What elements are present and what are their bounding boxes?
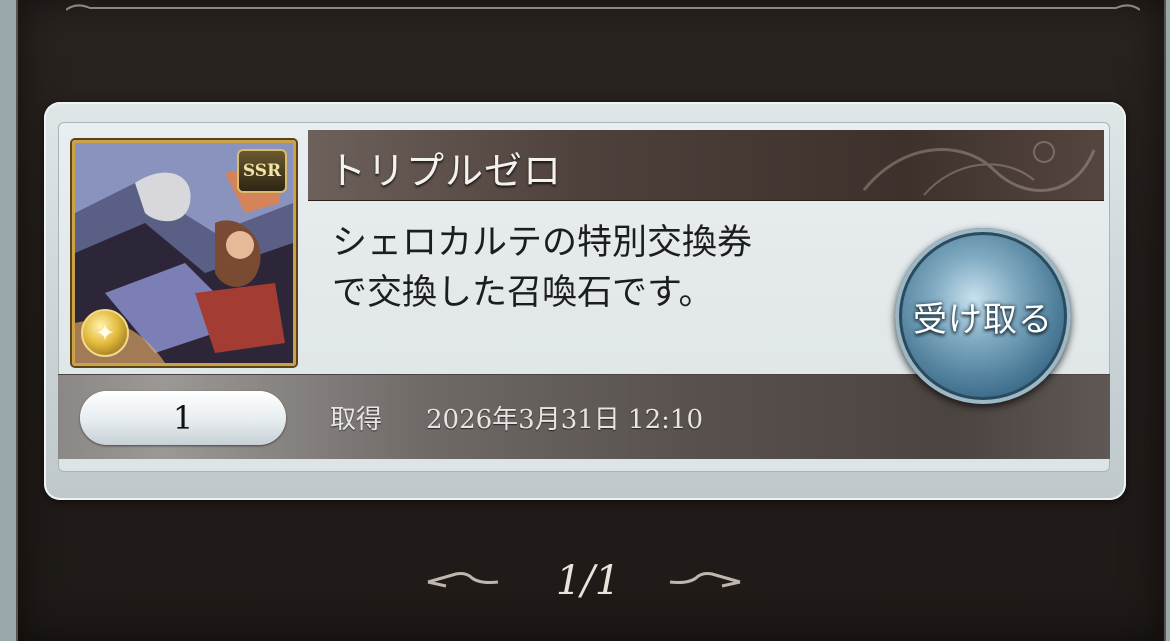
top-ornament bbox=[66, 0, 1140, 18]
item-description: シェロカルテの特別交換券 で交換した召喚石です。 bbox=[332, 218, 892, 318]
pagination: 1/1 bbox=[0, 552, 1170, 612]
summon-stone-image[interactable]: SSR ✦ bbox=[72, 140, 296, 366]
description-line-1: シェロカルテの特別交換券 bbox=[332, 223, 753, 263]
description-line-2: で交換した召喚石です。 bbox=[332, 273, 714, 313]
title-ornament bbox=[862, 141, 1096, 196]
next-page-arrow-icon[interactable] bbox=[668, 570, 742, 590]
page-indicator: 1/1 bbox=[555, 558, 621, 604]
item-name: トリプルゼロ bbox=[328, 149, 563, 193]
receive-button[interactable]: 受け取る bbox=[895, 228, 1071, 404]
light-element-icon: ✦ bbox=[81, 309, 129, 357]
acquired-datetime: 2026年3月31日 12:10 bbox=[426, 405, 703, 435]
quantity-display: 1 bbox=[80, 391, 286, 445]
ssr-rarity-badge: SSR bbox=[237, 149, 287, 193]
receive-button-label: 受け取る bbox=[913, 299, 1053, 340]
prev-page-arrow-icon[interactable] bbox=[426, 570, 500, 590]
acquired-label: 取得 bbox=[330, 405, 383, 435]
